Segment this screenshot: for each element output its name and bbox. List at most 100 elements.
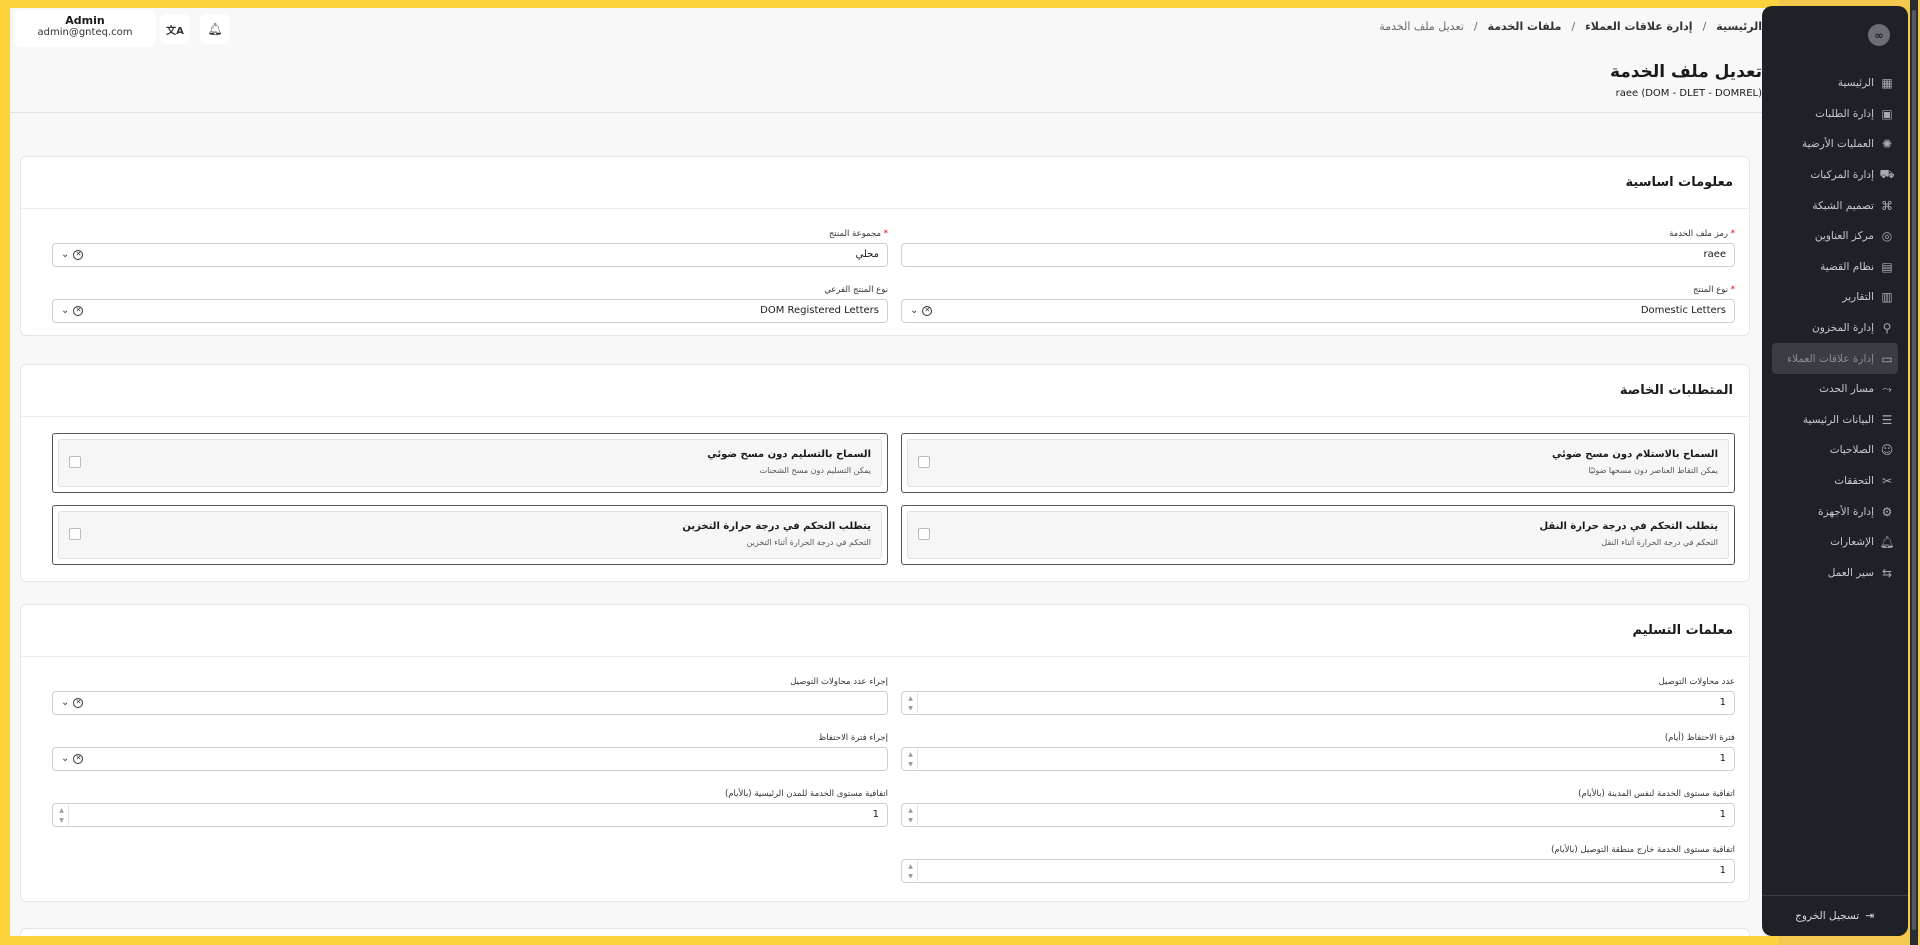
main-content: الرئيسية / إدارة علاقات العملاء / ملفات …	[10, 8, 1770, 936]
sidebar-item-label: مركز العناوين	[1814, 230, 1874, 243]
sidebar-item-inventory[interactable]: ⚲ إدارة المخزون	[1762, 313, 1908, 344]
sidebar-item-event-route[interactable]: ⤳ مسار الحدث	[1762, 374, 1908, 405]
option-allow-pickup-without-scan[interactable]: السماح بالاستلام دون مسح ضوئي يمكن التقا…	[901, 433, 1735, 493]
sidebar-item-orders[interactable]: ▣ إدارة الطلبات	[1762, 99, 1908, 130]
sidebar-item-crm[interactable]: ▭ إدارة علاقات العملاء	[1772, 343, 1898, 374]
sidebar-item-reports[interactable]: ▥ التقارير	[1762, 282, 1908, 313]
product-type-select[interactable]: Domestic Letters ⌄ ✕	[901, 299, 1735, 323]
sla-main-cities-label: اتفاقية مستوى الخدمة للمدن الرئيسية (بال…	[724, 789, 888, 799]
top-bar: الرئيسية / إدارة علاقات العملاء / ملفات …	[10, 8, 1770, 52]
attempts-action-select[interactable]: ⌄ ✕	[52, 691, 888, 715]
location-icon: ◎	[1881, 229, 1893, 244]
product-type-value: Domestic Letters	[1640, 305, 1726, 316]
clear-circle-icon[interactable]: ✕	[73, 249, 84, 260]
crm-icon: ▭	[1881, 351, 1893, 366]
select-controls: ⌄ ✕	[61, 249, 84, 260]
product-type-label: * نوع المنتج	[1693, 285, 1735, 295]
sla-same-city-value: 1	[1719, 809, 1726, 820]
sidebar-item-vehicles[interactable]: ⛟ إدارة المركبات	[1762, 160, 1908, 191]
number-stepper[interactable]: ▲ ▼	[904, 861, 918, 881]
chevron-down-icon[interactable]: ⌄	[910, 305, 918, 316]
number-stepper[interactable]: ▲ ▼	[904, 805, 918, 825]
select-controls: ⌄ ✕	[910, 305, 933, 316]
option-title: السماح بالاستلام دون مسح ضوئي	[1551, 449, 1718, 460]
sla-same-city-input[interactable]: 1 ▲ ▼	[901, 803, 1735, 827]
special-requirements-card: المتطلبات الخاصة السماح بالاستلام دون مس…	[20, 364, 1750, 582]
sidebar-item-network[interactable]: ⌘ تصميم الشبكة	[1762, 190, 1908, 221]
breadcrumb-crm[interactable]: إدارة علاقات العملاء	[1585, 20, 1692, 33]
sidebar-item-permissions[interactable]: ☺ الصلاحيات	[1762, 435, 1908, 466]
sidebar-item-workflow[interactable]: ⇆ سير العمل	[1762, 558, 1908, 589]
sla-main-cities-input[interactable]: 1 ▲ ▼	[52, 803, 888, 827]
option-storage-temperature[interactable]: يتطلب التحكم في درجة حرارة التخزين التحك…	[52, 505, 888, 565]
sidebar-item-validations[interactable]: ✂ التحققات	[1762, 466, 1908, 497]
clear-circle-icon[interactable]: ✕	[73, 697, 84, 708]
select-controls: ⌄ ✕	[61, 753, 84, 764]
page-subtitle: raee (DOM - DLET - DOMREL)	[1615, 88, 1762, 99]
sidebar-item-label: نظام القضية	[1820, 260, 1874, 273]
user-name: Admin	[65, 14, 105, 27]
sidebar-item-home[interactable]: ▦ الرئيسية	[1762, 68, 1908, 99]
sub-product-type-value: DOM Registered Letters	[760, 305, 879, 316]
sidebar-item-addresses[interactable]: ◎ مركز العناوين	[1762, 221, 1908, 252]
service-code-label: * رمز ملف الخدمة	[1669, 229, 1735, 239]
clear-circle-icon[interactable]: ✕	[922, 305, 933, 316]
logout-button[interactable]: ⇥ تسجيل الخروج	[1762, 910, 1908, 922]
device-icon: ⚙	[1881, 504, 1893, 519]
sidebar-item-label: الإشعارات	[1830, 536, 1874, 549]
sidebar-item-notifications[interactable]: 🔔︎ الإشعارات	[1762, 527, 1908, 558]
page-scrollbar[interactable]	[1910, 0, 1918, 945]
attempts-input[interactable]: 1 ▲ ▼	[901, 691, 1735, 715]
option-checkbox[interactable]	[918, 528, 930, 540]
service-code-value: raee	[1703, 249, 1726, 260]
sidebar-item-devices[interactable]: ⚙ إدارة الأجهزة	[1762, 496, 1908, 527]
sidebar-item-label: تصميم الشبكة	[1812, 199, 1874, 212]
number-stepper[interactable]: ▲ ▼	[55, 805, 69, 825]
number-stepper[interactable]: ▲ ▼	[904, 749, 918, 769]
breadcrumb-service-files[interactable]: ملفات الخدمة	[1488, 20, 1562, 33]
user-menu[interactable]: Admin admin@gnteq.com	[14, 10, 156, 47]
sidebar-item-ground-ops[interactable]: ✺ العمليات الأرضية	[1762, 129, 1908, 160]
clear-circle-icon[interactable]: ✕	[73, 753, 84, 764]
sidebar-item-master-data[interactable]: ☰ البيانات الرئيسية	[1762, 405, 1908, 436]
retention-action-select[interactable]: ⌄ ✕	[52, 747, 888, 771]
network-icon: ⌘	[1881, 198, 1893, 213]
card-title: معلمات التسليم	[21, 605, 1749, 657]
option-description: التحكم في درجة الحرارة أثناء التخزين	[746, 538, 871, 547]
orders-icon: ▣	[1881, 106, 1893, 121]
chevron-down-icon[interactable]: ⌄	[61, 249, 69, 260]
option-body: يتطلب التحكم في درجة حرارة التخزين التحك…	[58, 511, 882, 559]
option-checkbox[interactable]	[918, 456, 930, 468]
app-frame: الرئيسية / إدارة علاقات العملاء / ملفات …	[0, 0, 1778, 945]
option-checkbox[interactable]	[69, 456, 81, 468]
notifications-button[interactable]: 🔔︎	[200, 14, 230, 44]
retention-input[interactable]: 1 ▲ ▼	[901, 747, 1735, 771]
chevron-down-icon[interactable]: ⌄	[61, 305, 69, 316]
logo-icon[interactable]: ∞	[1868, 24, 1890, 46]
option-title: يتطلب التحكم في درجة حرارة التخزين	[682, 521, 871, 532]
sidebar-item-cases[interactable]: ▤ نظام القضية	[1762, 252, 1908, 283]
sidebar-item-label: الرئيسية	[1837, 77, 1874, 90]
number-stepper[interactable]: ▲ ▼	[904, 693, 918, 713]
case-icon: ▤	[1881, 259, 1893, 274]
chevron-down-icon[interactable]: ⌄	[61, 697, 69, 708]
basic-info-card: معلومات اساسية * رمز ملف الخدمة raee * م…	[20, 156, 1750, 336]
option-allow-delivery-without-scan[interactable]: السماح بالتسليم دون مسح ضوئي يمكن التسلي…	[52, 433, 888, 493]
language-button[interactable]: 文A	[160, 14, 190, 44]
option-transport-temperature[interactable]: يتطلب التحكم في درجة حرارة النقل التحكم …	[901, 505, 1735, 565]
service-code-input[interactable]: raee	[901, 243, 1735, 267]
sub-product-type-select[interactable]: DOM Registered Letters ⌄ ✕	[52, 299, 888, 323]
option-description: يمكن التسليم دون مسح الشحنات	[759, 466, 871, 475]
breadcrumb-home[interactable]: الرئيسية	[1716, 20, 1762, 33]
scrollbar-thumb[interactable]	[1912, 10, 1916, 930]
users-icon: ☺	[1880, 443, 1894, 458]
sidebar-item-label: سير العمل	[1827, 566, 1874, 579]
product-group-select[interactable]: محلي ⌄ ✕	[52, 243, 888, 267]
option-checkbox[interactable]	[69, 528, 81, 540]
chevron-down-icon[interactable]: ⌄	[61, 753, 69, 764]
clear-circle-icon[interactable]: ✕	[73, 305, 84, 316]
sidebar-item-label: البيانات الرئيسية	[1802, 413, 1874, 426]
reports-icon: ▥	[1881, 290, 1893, 305]
ground-ops-icon: ✺	[1881, 137, 1893, 152]
sla-outside-input[interactable]: 1 ▲ ▼	[901, 859, 1735, 883]
